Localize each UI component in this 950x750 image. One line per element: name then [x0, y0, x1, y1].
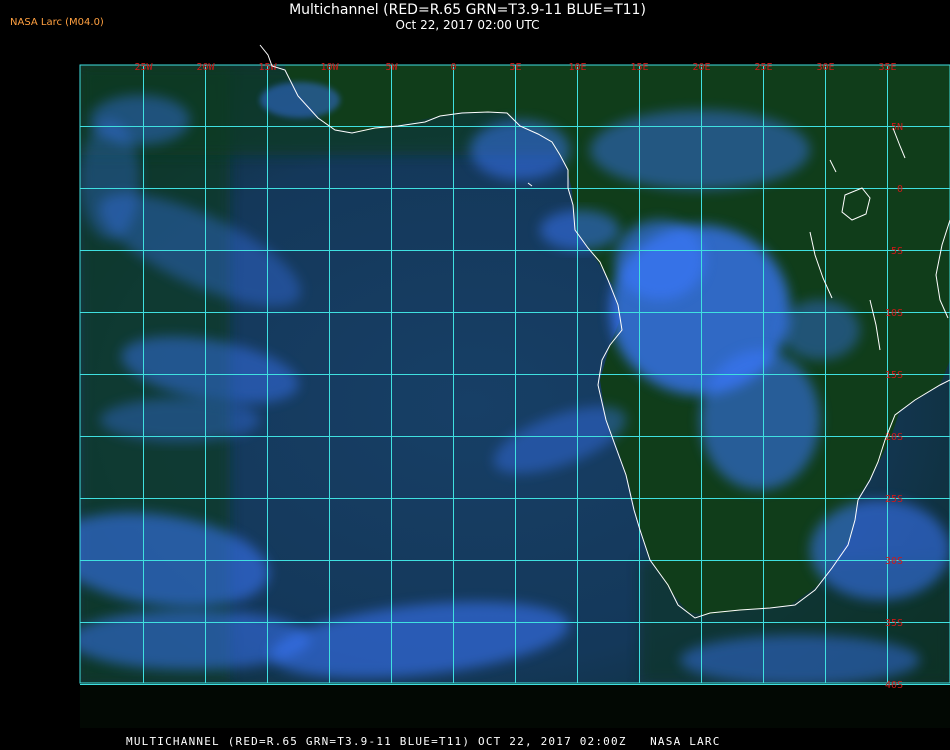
latitude-label: 15S [885, 370, 903, 381]
longitude-label: 30E [816, 62, 834, 73]
longitude-label: 5W [385, 62, 398, 73]
satellite-map: 25W 20W 15W 10W 5W 0 5E 10E 15E 20E 25E 30E 35E 5N 0 5S… [79, 44, 950, 691]
longitude-label: 35E [878, 62, 896, 73]
longitude-label: 0 [450, 62, 456, 73]
longitude-label: 25E [754, 62, 772, 73]
longitude-label: 15E [630, 62, 648, 73]
latitude-label: 30S [885, 556, 903, 567]
longitude-label: 20W [196, 62, 215, 73]
longitude-label: 20E [692, 62, 710, 73]
longitude-label: 5E [509, 62, 521, 73]
longitude-label: 10W [320, 62, 339, 73]
latitude-label: 25S [885, 494, 903, 505]
latitude-label: 35S [885, 618, 903, 629]
longitude-label: 25W [134, 62, 153, 73]
footer-caption: MULTICHANNEL (RED=R.65 GRN=T3.9-11 BLUE=… [126, 735, 721, 748]
latitude-label: 40S [885, 680, 903, 691]
imagery-layer [80, 65, 950, 683]
latitude-label: 5N [891, 122, 903, 133]
longitude-label: 15W [258, 62, 277, 73]
latitude-label: 5S [891, 246, 903, 257]
longitude-label: 10E [568, 62, 586, 73]
latitude-label: 0 [897, 184, 903, 195]
latitude-label: 10S [885, 308, 903, 319]
